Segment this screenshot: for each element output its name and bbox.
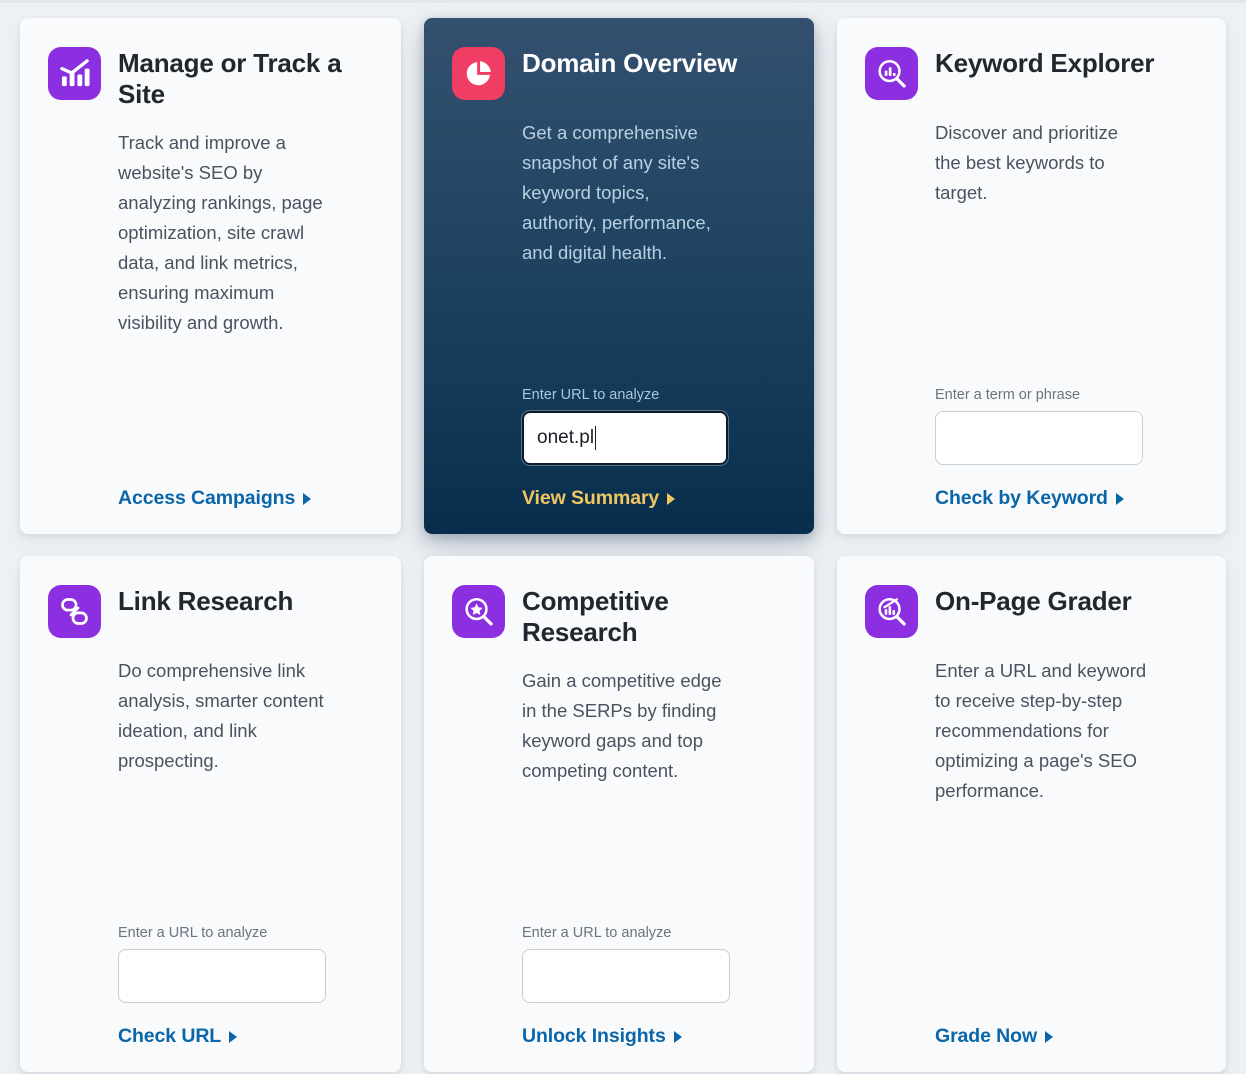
text-caret xyxy=(595,426,597,450)
card-spacer xyxy=(48,338,373,465)
card-header: Domain Overview xyxy=(452,44,786,100)
card-title: Manage or Track a Site xyxy=(118,48,342,109)
card-header: Link Research xyxy=(48,582,373,638)
card-spacer xyxy=(452,268,786,386)
chevron-right-icon xyxy=(229,1031,238,1043)
cta-label: Access Campaigns xyxy=(118,487,296,509)
card-description: Discover and prioritize the best keyword… xyxy=(935,122,1119,203)
url-input-label: Enter a URL to analyze xyxy=(522,925,672,941)
card-description: Enter a URL and keyword to receive step-… xyxy=(935,660,1147,801)
cta-grade-now[interactable]: Grade Now xyxy=(935,1025,1054,1048)
cta-access-campaigns[interactable]: Access Campaigns xyxy=(118,487,312,510)
pie-chart-icon xyxy=(452,47,505,100)
card-domain-overview[interactable]: Domain Overview Get a comprehensive snap… xyxy=(424,18,814,534)
card-link-research[interactable]: Link Research Do comprehensive link anal… xyxy=(20,556,401,1072)
card-competitive-research[interactable]: Competitive Research Gain a competitive … xyxy=(424,556,814,1072)
cta-check-url[interactable]: Check URL xyxy=(118,1025,238,1048)
card-description: Gain a competitive edge in the SERPs by … xyxy=(522,670,722,781)
card-title: On-Page Grader xyxy=(935,586,1132,616)
cta-label: Grade Now xyxy=(935,1025,1038,1047)
url-input-label: Enter a URL to analyze xyxy=(118,925,268,941)
magnifier-bar-chart-icon xyxy=(865,47,918,100)
card-header: On-Page Grader xyxy=(865,582,1198,638)
cta-label: Check URL xyxy=(118,1025,222,1047)
card-spacer xyxy=(48,776,373,924)
cta-label: Check by Keyword xyxy=(935,487,1108,509)
url-input[interactable] xyxy=(522,949,730,1003)
magnifier-star-icon xyxy=(452,585,505,638)
magnifier-page-chart-icon xyxy=(865,585,918,638)
tool-card-grid: Manage or Track a Site Track and improve… xyxy=(20,18,1226,1072)
bar-chart-trend-icon xyxy=(48,47,101,100)
card-title: Link Research xyxy=(118,586,294,616)
chevron-right-icon xyxy=(1115,493,1124,505)
url-field-block: Enter a URL to analyze xyxy=(522,924,786,1003)
chevron-right-icon xyxy=(303,493,312,505)
term-input[interactable] xyxy=(935,411,1143,465)
cta-check-by-keyword[interactable]: Check by Keyword xyxy=(935,487,1124,510)
top-divider xyxy=(0,0,1246,3)
card-title: Competitive Research xyxy=(522,586,669,647)
card-header: Manage or Track a Site xyxy=(48,44,373,110)
cta-unlock-insights[interactable]: Unlock Insights xyxy=(522,1025,682,1048)
card-title: Keyword Explorer xyxy=(935,48,1155,78)
chevron-right-icon xyxy=(673,1031,682,1043)
chevron-right-icon xyxy=(667,493,676,505)
cta-label: Unlock Insights xyxy=(522,1025,666,1047)
term-field-block: Enter a term or phrase xyxy=(935,386,1198,465)
card-description: Track and improve a website's SEO by ana… xyxy=(118,132,323,333)
url-input[interactable] xyxy=(118,949,326,1003)
card-spacer xyxy=(865,208,1198,386)
url-input-value: onet.pl xyxy=(537,427,595,448)
url-input-label: Enter URL to analyze xyxy=(522,387,660,403)
url-field-block: Enter URL to analyze onet.pl xyxy=(522,386,786,465)
card-keyword-explorer[interactable]: Keyword Explorer Discover and prioritize… xyxy=(837,18,1226,534)
card-spacer xyxy=(452,786,786,924)
chevron-right-icon xyxy=(1045,1031,1054,1043)
url-input[interactable]: onet.pl xyxy=(522,411,728,465)
card-header: Keyword Explorer xyxy=(865,44,1198,100)
card-title: Domain Overview xyxy=(522,48,738,78)
card-header: Competitive Research xyxy=(452,582,786,648)
card-description: Do comprehensive link analysis, smarter … xyxy=(118,660,324,771)
term-input-label: Enter a term or phrase xyxy=(935,387,1081,403)
card-spacer xyxy=(865,806,1198,1003)
chain-link-icon xyxy=(48,585,101,638)
cta-label: View Summary xyxy=(522,487,660,509)
card-manage-or-track-a-site[interactable]: Manage or Track a Site Track and improve… xyxy=(20,18,401,534)
card-description: Get a comprehensive snapshot of any site… xyxy=(522,122,711,263)
url-field-block: Enter a URL to analyze xyxy=(118,924,373,1003)
cta-view-summary[interactable]: View Summary xyxy=(522,487,676,510)
card-on-page-grader[interactable]: On-Page Grader Enter a URL and keyword t… xyxy=(837,556,1226,1072)
